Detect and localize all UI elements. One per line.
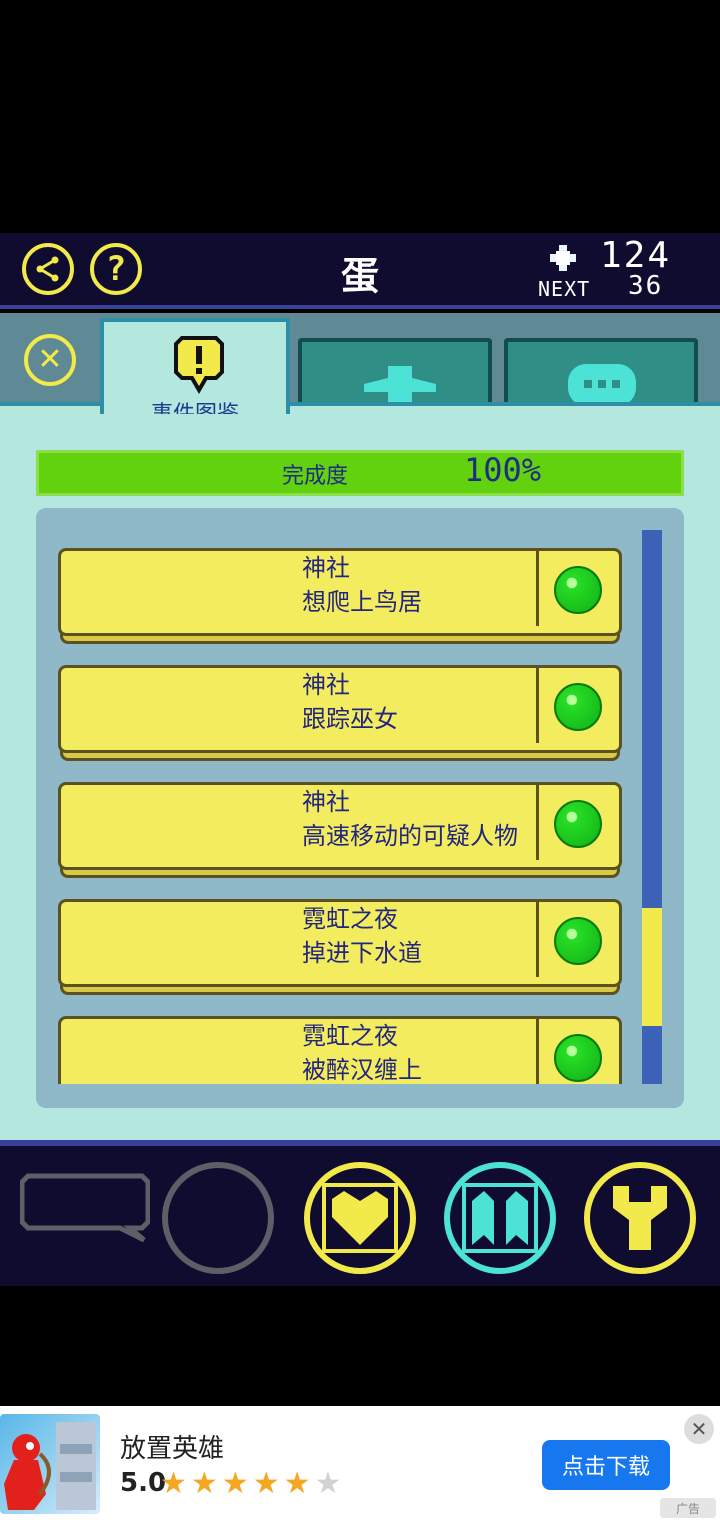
event-name: 高速移动的可疑人物 <box>302 822 518 850</box>
star-rating: ★★★★★★ <box>160 1466 345 1501</box>
completed-dot-icon <box>554 800 602 848</box>
heart-icon <box>322 1183 398 1253</box>
event-list[interactable]: 神社 想爬上鸟居 神社 跟踪巫女 神社 高速移动的可疑人物 霓虹之夜 掉进下水道… <box>58 520 628 1084</box>
event-card[interactable]: 神社 高速移动的可疑人物 <box>58 782 622 880</box>
help-button[interactable]: ? <box>90 243 142 295</box>
event-category: 神社 <box>302 554 350 582</box>
ad-tag: 广告 <box>660 1498 716 1518</box>
top-bar: ? 蛋 124 NEXT 36 <box>0 233 720 309</box>
event-card[interactable]: 神社 跟踪巫女 <box>58 665 622 763</box>
game-character-icon <box>4 1422 96 1510</box>
ad-banner[interactable]: 放置英雄 5.0 ★★★★★★ 点击下载 ✕ 广告 <box>0 1406 720 1520</box>
event-name: 被醉汉缠上 <box>302 1056 422 1084</box>
event-card[interactable]: 霓虹之夜 掉进下水道 <box>58 899 622 997</box>
nav-tools-button[interactable] <box>584 1162 696 1274</box>
close-icon: ✕ <box>37 342 63 377</box>
download-button[interactable]: 点击下载 <box>542 1440 670 1490</box>
scrollbar-thumb[interactable] <box>642 908 662 1026</box>
ad-title: 放置英雄 <box>120 1434 225 1464</box>
star-icon: ★ <box>190 1466 222 1501</box>
ghost-icon <box>462 1183 538 1253</box>
ad-close-button[interactable]: ✕ <box>684 1414 714 1444</box>
star-icon: ★ <box>160 1466 191 1501</box>
ad-app-icon[interactable] <box>0 1414 100 1514</box>
completed-dot-icon <box>554 566 602 614</box>
point-counter: 124 <box>600 235 672 276</box>
event-name: 想爬上鸟居 <box>302 588 422 616</box>
event-card[interactable]: 霓虹之夜 被醉汉缠上 <box>58 1016 622 1084</box>
exclamation-balloon-icon <box>174 336 224 394</box>
completed-dot-icon <box>554 917 602 965</box>
event-category: 霓虹之夜 <box>302 905 398 933</box>
event-category: 神社 <box>302 788 350 816</box>
next-label: NEXT <box>538 277 591 301</box>
nav-chat-button[interactable] <box>19 1170 151 1262</box>
star-empty-icon: ★ <box>314 1466 346 1501</box>
event-name: 跟踪巫女 <box>302 705 398 733</box>
event-category: 霓虹之夜 <box>302 1022 398 1050</box>
question-icon: ? <box>105 249 127 289</box>
speech-bubble-icon <box>19 1173 151 1243</box>
star-icon: ★ <box>252 1466 284 1501</box>
close-button[interactable]: ✕ <box>24 334 76 386</box>
event-category: 神社 <box>302 671 350 699</box>
close-icon: ✕ <box>690 1417 708 1441</box>
share-icon <box>36 256 59 282</box>
tab-messages[interactable] <box>504 338 698 408</box>
completion-label: 完成度 <box>282 464 349 489</box>
completion-value: 100% <box>464 451 542 489</box>
event-card[interactable]: 神社 想爬上鸟居 <box>58 548 622 646</box>
star-icon: ★ <box>221 1466 253 1501</box>
nav-empty-button[interactable] <box>162 1162 274 1274</box>
event-name: 掉进下水道 <box>302 939 422 967</box>
nav-ghost-button[interactable] <box>444 1162 556 1274</box>
completion-bar: 完成度 100% <box>36 450 684 496</box>
star-icon: ★ <box>283 1466 315 1501</box>
tab-characters[interactable] <box>298 338 492 408</box>
bottom-nav <box>0 1140 720 1286</box>
wrench-icon <box>613 1186 667 1250</box>
completed-dot-icon <box>554 1034 602 1082</box>
nav-heart-button[interactable] <box>304 1162 416 1274</box>
page-title: 蛋 <box>340 254 379 298</box>
completed-dot-icon <box>554 683 602 731</box>
tab-event-encyclopedia[interactable]: 事件图鉴 <box>100 318 290 428</box>
next-value: 36 <box>628 271 664 301</box>
sparkle-icon <box>550 245 576 271</box>
share-button[interactable] <box>22 243 74 295</box>
